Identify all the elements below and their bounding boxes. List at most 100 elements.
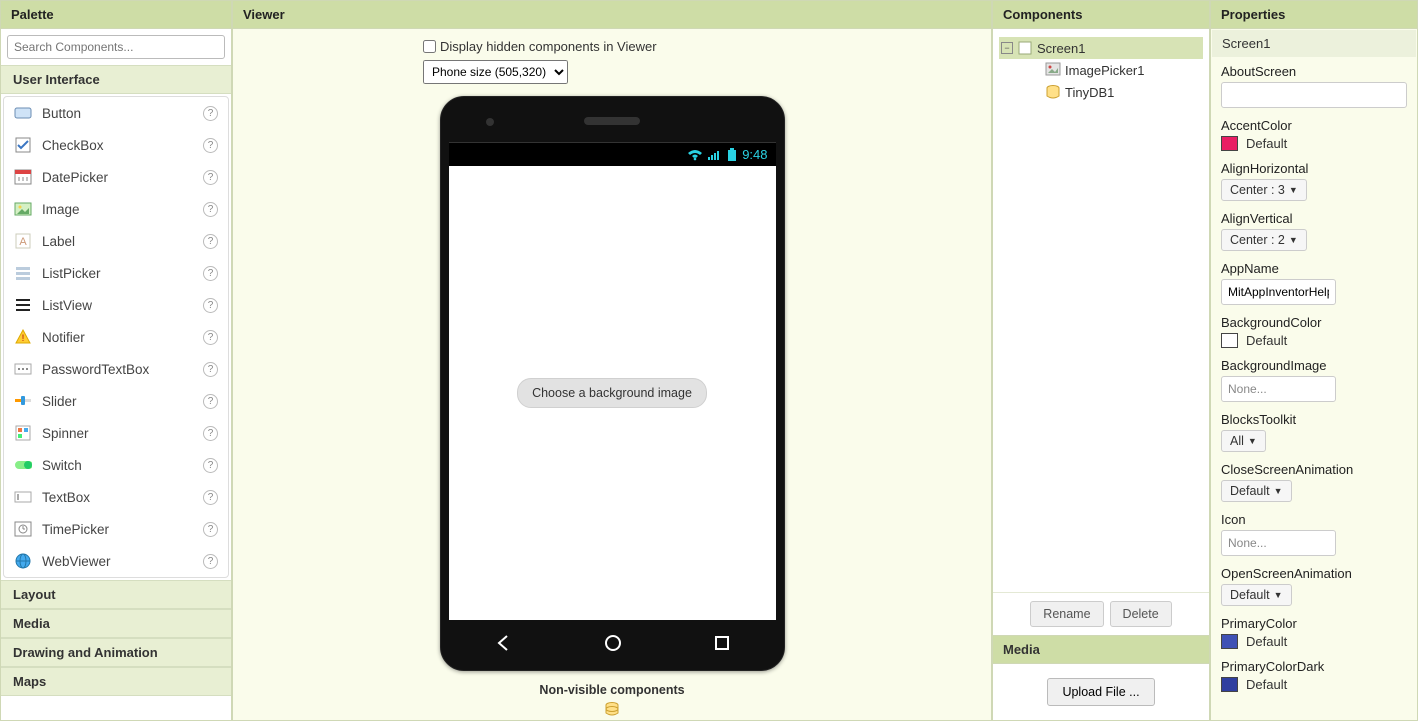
prop-input-aboutscreen[interactable] [1221,82,1407,108]
prop-dropdown-alignhorizontal[interactable]: Center : 3▼ [1221,179,1307,201]
palette-item-spinner[interactable]: Spinner ? [4,417,228,449]
prop-value-primarycolor: Default [1246,634,1287,649]
palette-item-label: TextBox [42,490,193,505]
image-picker-button[interactable]: Choose a background image [517,378,707,408]
prop-primarycolordark-picker[interactable]: Default [1221,677,1407,692]
category-layout[interactable]: Layout [1,580,231,609]
help-icon[interactable]: ? [203,298,218,313]
palette-item-label: Label [42,234,193,249]
screen-icon [1017,40,1033,56]
tree-node-imagepicker1[interactable]: ImagePicker1 [999,59,1203,81]
listpicker-icon [14,264,32,282]
nonvisible-components-label: Non-visible components [539,683,684,697]
palette-item-notifier[interactable]: ! Notifier ? [4,321,228,353]
palette-item-label: PasswordTextBox [42,362,193,377]
status-bar: 9:48 [449,142,776,166]
prop-label-aboutscreen: AboutScreen [1221,64,1407,79]
webviewer-icon [14,552,32,570]
palette-item-textbox[interactable]: TextBox ? [4,481,228,513]
tree-node-screen1[interactable]: − Screen1 [999,37,1203,59]
tree-node-tinydb1[interactable]: TinyDB1 [999,81,1203,103]
textbox-icon [14,488,32,506]
checkbox-icon [14,136,32,154]
palette-item-label: ListPicker [42,266,193,281]
viewer-panel: Viewer Display hidden components in View… [232,0,992,721]
palette-item-timepicker[interactable]: TimePicker ? [4,513,228,545]
palette-item-label[interactable]: A Label ? [4,225,228,257]
phone-size-select[interactable]: Phone size (505,320) [423,60,568,84]
help-icon[interactable]: ? [203,106,218,121]
category-media[interactable]: Media [1,609,231,638]
prop-input-appname[interactable] [1221,279,1336,305]
palette-item-label: WebViewer [42,554,193,569]
database-icon [1045,84,1061,100]
palette-item-label: Slider [42,394,193,409]
prop-dropdown-alignvertical[interactable]: Center : 2▼ [1221,229,1307,251]
help-icon[interactable]: ? [203,554,218,569]
prop-accentcolor-picker[interactable]: Default [1221,136,1407,151]
help-icon[interactable]: ? [203,426,218,441]
wifi-icon [687,149,703,161]
category-user-interface[interactable]: User Interface [1,65,231,94]
help-icon[interactable]: ? [203,138,218,153]
category-maps[interactable]: Maps [1,667,231,696]
palette-item-passwordtextbox[interactable]: PasswordTextBox ? [4,353,228,385]
media-title: Media [993,635,1209,664]
viewer-title: Viewer [233,1,991,29]
collapse-icon[interactable]: − [1001,42,1013,54]
palette-item-checkbox[interactable]: CheckBox ? [4,129,228,161]
upload-file-button[interactable]: Upload File ... [1047,678,1154,706]
color-swatch-icon [1221,136,1238,151]
palette-item-label: ListView [42,298,193,313]
help-icon[interactable]: ? [203,330,218,345]
palette-item-slider[interactable]: Slider ? [4,385,228,417]
help-icon[interactable]: ? [203,202,218,217]
listview-icon [14,296,32,314]
tree-node-label: TinyDB1 [1065,85,1114,100]
help-icon[interactable]: ? [203,490,218,505]
help-icon[interactable]: ? [203,234,218,249]
prop-dropdown-closescreenanimation[interactable]: Default▼ [1221,480,1292,502]
nav-back-icon[interactable] [493,633,513,653]
help-icon[interactable]: ? [203,170,218,185]
hidden-components-checkbox[interactable] [423,40,436,53]
prop-primarycolor-picker[interactable]: Default [1221,634,1407,649]
imagepicker-icon [1045,62,1061,78]
properties-panel: Properties Screen1 AboutScreen AccentCol… [1210,0,1418,721]
help-icon[interactable]: ? [203,394,218,409]
help-icon[interactable]: ? [203,362,218,377]
palette-item-image[interactable]: Image ? [4,193,228,225]
tree-node-label: Screen1 [1037,41,1085,56]
prop-label-alignhorizontal: AlignHorizontal [1221,161,1407,176]
prop-input-backgroundimage[interactable] [1221,376,1336,402]
help-icon[interactable]: ? [203,458,218,473]
prop-label-backgroundcolor: BackgroundColor [1221,315,1407,330]
delete-button[interactable]: Delete [1110,601,1172,627]
nav-recent-icon[interactable] [713,634,731,652]
prop-dropdown-openscreenanimation[interactable]: Default▼ [1221,584,1292,606]
category-drawing[interactable]: Drawing and Animation [1,638,231,667]
prop-input-icon[interactable] [1221,530,1336,556]
clock-text: 9:48 [742,147,767,162]
rename-button[interactable]: Rename [1030,601,1103,627]
palette-item-label: Switch [42,458,193,473]
help-icon[interactable]: ? [203,266,218,281]
palette-item-switch[interactable]: Switch ? [4,449,228,481]
phone-preview: 9:48 Choose a background image [440,96,785,671]
properties-title: Properties [1211,1,1417,29]
palette-item-datepicker[interactable]: DatePicker ? [4,161,228,193]
help-icon[interactable]: ? [203,522,218,537]
palette-item-listview[interactable]: ListView ? [4,289,228,321]
battery-icon [727,148,737,162]
palette-item-listpicker[interactable]: ListPicker ? [4,257,228,289]
prop-label-backgroundimage: BackgroundImage [1221,358,1407,373]
app-area[interactable]: Choose a background image [449,166,776,620]
tinydb-icon[interactable] [604,701,620,717]
nav-home-icon[interactable] [603,633,623,653]
phone-screen[interactable]: 9:48 Choose a background image [449,142,776,620]
prop-dropdown-blockstoolkit[interactable]: All▼ [1221,430,1266,452]
prop-backgroundcolor-picker[interactable]: Default [1221,333,1407,348]
search-input[interactable] [7,35,225,59]
palette-item-webviewer[interactable]: WebViewer ? [4,545,228,577]
palette-item-button[interactable]: Button ? [4,97,228,129]
